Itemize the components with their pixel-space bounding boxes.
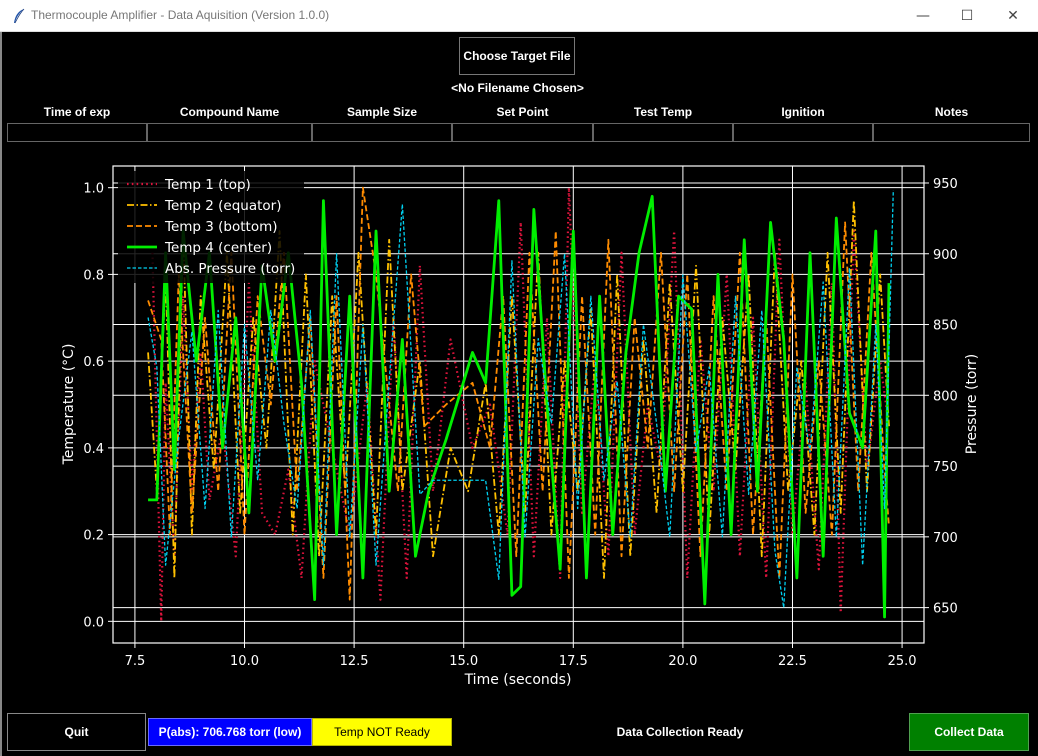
legend-label-4: Temp 4 (center) — [164, 240, 272, 256]
x-axis-ticks: 7.5 10.0 12.5 15.0 17.5 20.0 22.5 25.0 — [125, 643, 917, 669]
x-tick-label: 12.5 — [340, 654, 369, 669]
temperature-pressure-chart: 7.5 10.0 12.5 15.0 17.5 20.0 22.5 25.0 0.00.20.… — [61, 165, 980, 688]
y2-tick-label: 850 — [933, 319, 958, 334]
legend-label-1: Temp 1 (top) — [164, 177, 251, 193]
y-axis-label: Temperature (°C) — [61, 344, 77, 466]
legend-label-2: Temp 2 (equator) — [164, 198, 282, 214]
y2-tick-label: 800 — [933, 389, 958, 404]
x-tick-label: 25.0 — [888, 654, 917, 669]
collect-data-button[interactable]: Collect Data — [909, 713, 1029, 751]
pressure-status-badge: P(abs): 706.768 torr (low) — [148, 718, 312, 746]
temp-status-badge: Temp NOT Ready — [312, 718, 452, 746]
chart-legend: Temp 1 (top) Temp 2 (equator) Temp 3 (bott… — [118, 171, 304, 283]
y2-tick-label: 750 — [933, 460, 958, 475]
x-axis-label: Time (seconds) — [464, 672, 572, 688]
x-tick-label: 20.0 — [668, 654, 697, 669]
y-tick-label: 0.8 — [83, 268, 104, 283]
y2-tick-label: 900 — [933, 248, 958, 263]
x-tick-label: 7.5 — [125, 654, 146, 669]
x-tick-label: 15.0 — [449, 654, 478, 669]
y2-tick-label: 650 — [933, 602, 958, 617]
y-tick-label: 0.0 — [83, 615, 104, 630]
quit-button[interactable]: Quit — [7, 713, 146, 751]
legend-label-5: Abs. Pressure (torr) — [165, 261, 295, 277]
collection-status-label: Data Collection Ready — [616, 725, 744, 739]
y2-axis-ticks: 650 700 750 800 850 900 950 — [924, 177, 958, 617]
x-tick-label: 10.0 — [230, 654, 259, 669]
x-tick-label: 22.5 — [778, 654, 807, 669]
y-axis-ticks: 0.0 0.2 0.4 0.6 0.8 1.0 — [83, 182, 113, 630]
y2-tick-label: 700 — [933, 531, 958, 546]
y2-axis-label: Pressure (torr) — [964, 354, 980, 454]
y2-tick-label: 950 — [933, 177, 958, 192]
y-tick-label: 0.2 — [83, 529, 104, 544]
y-tick-label: 0.4 — [83, 442, 104, 457]
x-tick-label: 17.5 — [559, 654, 588, 669]
y-tick-label: 0.6 — [83, 355, 104, 370]
y-tick-label: 1.0 — [83, 182, 104, 197]
legend-label-3: Temp 3 (bottom) — [164, 219, 278, 235]
